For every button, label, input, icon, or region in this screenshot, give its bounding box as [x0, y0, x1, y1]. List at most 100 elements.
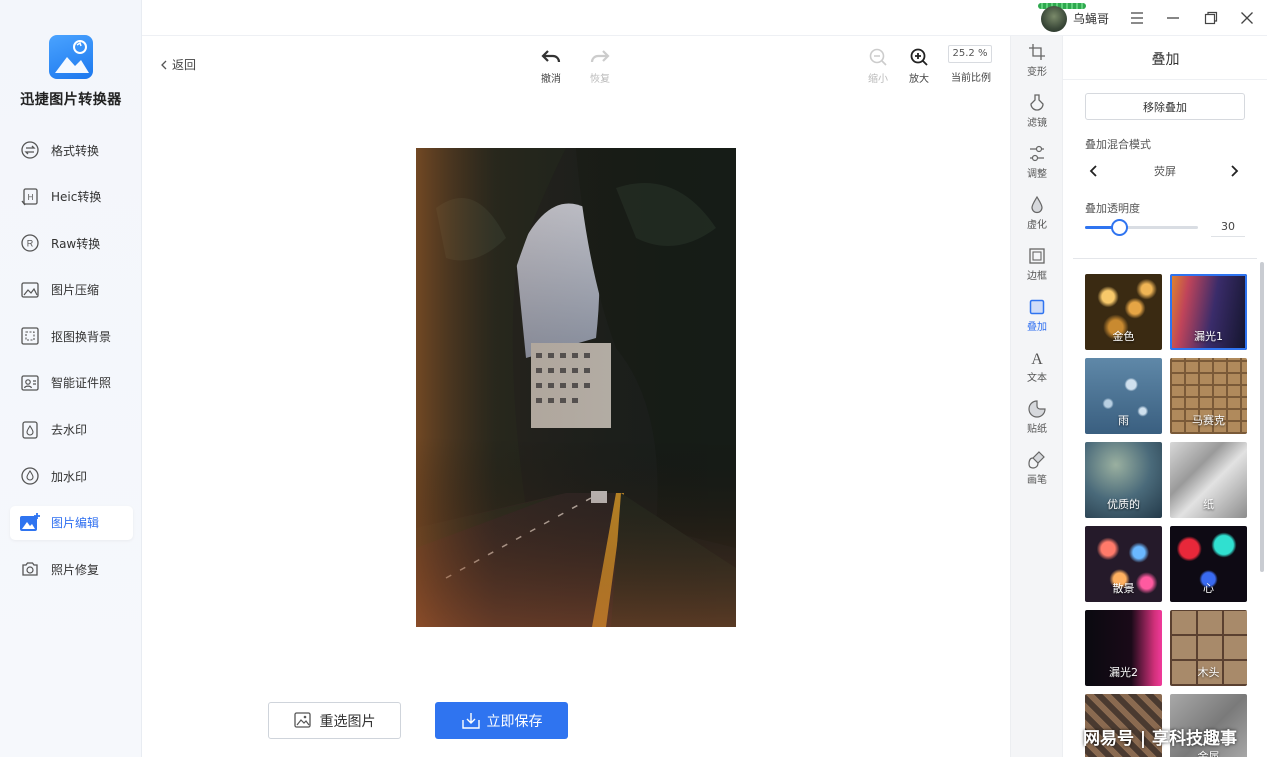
avatar[interactable]: [1041, 6, 1067, 32]
reselect-image-button[interactable]: 重选图片: [268, 702, 401, 739]
tool-crop[interactable]: 变形: [1011, 42, 1063, 78]
blend-mode-label: 叠加混合模式: [1085, 138, 1151, 151]
filter-icon: [1030, 94, 1044, 111]
save-button[interactable]: 立即保存: [435, 702, 568, 739]
cutout-icon: [19, 325, 41, 347]
blur-icon: [1031, 196, 1043, 214]
panel-scrollbar-thumb[interactable]: [1260, 262, 1264, 572]
current-ratio-button[interactable]: 当前比例: [942, 69, 1000, 84]
tool-label: 文本: [1027, 373, 1047, 384]
overlay-thumb-wood[interactable]: 木头: [1170, 610, 1247, 686]
overlay-thumb-label: 雨: [1118, 414, 1129, 427]
opacity-slider[interactable]: [1085, 219, 1198, 236]
edited-photo[interactable]: [416, 148, 736, 627]
zoom-out-label: 缩小: [868, 74, 888, 85]
sidebar-item-label: 去水印: [51, 423, 88, 438]
back-label: 返回: [172, 58, 197, 72]
overlay-thumb-label: 金属: [1197, 750, 1220, 757]
tool-label: 变形: [1027, 67, 1047, 78]
overlay-thumb-label: 纸: [1203, 498, 1214, 511]
blend-mode-next-button[interactable]: [1229, 162, 1239, 181]
username[interactable]: 乌蝇哥: [1073, 10, 1109, 27]
compress-icon: [19, 279, 41, 301]
adjust-icon: [1030, 145, 1044, 162]
overlay-thumb-label: 马赛克: [1192, 414, 1225, 427]
panel-scrollbar[interactable]: [1259, 258, 1265, 757]
undo-icon: [541, 50, 561, 63]
overlay-thumb-gold[interactable]: 金色: [1085, 274, 1162, 350]
tool-label: 虚化: [1027, 220, 1047, 231]
close-icon[interactable]: [1237, 8, 1257, 28]
photo-repair-icon: [19, 558, 41, 580]
overlay-thumb-label: 优质的: [1107, 498, 1140, 511]
tool-adjust[interactable]: 调整: [1011, 144, 1063, 180]
chevron-left-icon: [161, 60, 167, 69]
sidebar-item-raw[interactable]: R Raw转换: [10, 226, 133, 260]
sidebar-item-add-watermark[interactable]: 加水印: [10, 459, 133, 493]
editor-canvas-area: 返回 撤消 恢复 缩小 放大 25.2 % 当前比例 重选图片 立即保存: [142, 36, 1010, 757]
text-icon: A: [1031, 351, 1043, 367]
sidebar-item-compress[interactable]: 图片压缩: [10, 273, 133, 307]
opacity-value[interactable]: 30: [1211, 217, 1245, 237]
overlay-thumb-paper[interactable]: 纸: [1170, 442, 1247, 518]
overlay-thumb-label: 木头: [1197, 666, 1220, 679]
blend-mode-prev-button[interactable]: [1089, 162, 1099, 181]
svg-text:A: A: [1031, 351, 1043, 367]
sidebar-item-format-convert[interactable]: 格式转换: [10, 133, 133, 167]
zoom-in-button[interactable]: 放大: [899, 46, 939, 85]
back-button[interactable]: 返回: [158, 56, 196, 73]
tool-label: 边框: [1027, 271, 1047, 282]
tool-label: 贴纸: [1027, 424, 1047, 435]
overlay-thumb-light-leak-1[interactable]: 漏光1: [1170, 274, 1247, 350]
remove-overlay-button[interactable]: 移除叠加: [1085, 93, 1245, 120]
minimize-icon[interactable]: [1163, 8, 1183, 28]
sidebar-item-remove-watermark[interactable]: 去水印: [10, 413, 133, 447]
tool-label: 画笔: [1027, 475, 1047, 486]
chevron-right-icon: [1231, 165, 1239, 177]
tool-sticker[interactable]: 贴纸: [1011, 399, 1063, 435]
tool-brush[interactable]: 画笔: [1011, 450, 1063, 486]
overlay-thumb-mosaic[interactable]: 马赛克: [1170, 358, 1247, 434]
download-icon: [461, 712, 480, 729]
sidebar-item-cutout[interactable]: 抠图换背景: [10, 319, 133, 353]
frame-icon: [1029, 248, 1045, 264]
opacity-slider-handle[interactable]: [1111, 219, 1128, 236]
tool-frame[interactable]: 边框: [1011, 246, 1063, 282]
sidebar-item-label: 抠图换背景: [51, 329, 112, 344]
raw-icon: R: [19, 232, 41, 254]
redo-button[interactable]: 恢复: [580, 46, 620, 85]
app-logo: [49, 35, 93, 79]
overlay-thumb-rain[interactable]: 雨: [1085, 358, 1162, 434]
heic-icon: H: [19, 186, 41, 208]
sidebar-item-image-edit[interactable]: 图片编辑: [10, 505, 133, 540]
tool-filter[interactable]: 滤镜: [1011, 93, 1063, 129]
id-photo-icon: [19, 372, 41, 394]
menu-icon[interactable]: [1127, 8, 1147, 28]
restore-icon[interactable]: [1201, 8, 1221, 28]
overlay-thumb-label: 漏光1: [1194, 330, 1223, 343]
tool-label: 滤镜: [1027, 118, 1047, 129]
svg-text:H: H: [28, 193, 34, 202]
zoom-out-button[interactable]: 缩小: [858, 46, 898, 85]
sidebar-item-label: 图片编辑: [51, 516, 100, 531]
sidebar-item-photo-repair[interactable]: 照片修复: [10, 552, 133, 586]
overlay-thumb-heart[interactable]: 心: [1170, 526, 1247, 602]
title-bar: 乌蝇哥: [142, 0, 1267, 36]
undo-label: 撤消: [541, 74, 561, 85]
overlay-thumb-label: 金色: [1112, 330, 1135, 343]
tool-text[interactable]: A 文本: [1011, 348, 1063, 384]
panel-title: 叠加: [1151, 52, 1180, 68]
zoom-value[interactable]: 25.2 %: [948, 45, 992, 63]
overlay-thumb-premium[interactable]: 优质的: [1085, 442, 1162, 518]
image-icon: [293, 711, 311, 728]
undo-button[interactable]: 撤消: [531, 46, 571, 85]
tool-blur[interactable]: 虚化: [1011, 195, 1063, 231]
overlay-thumb-light-leak-2[interactable]: 漏光2: [1085, 610, 1162, 686]
redo-icon: [590, 50, 610, 63]
tool-overlay[interactable]: 叠加: [1011, 297, 1063, 333]
format-convert-icon: [19, 139, 41, 161]
sidebar-item-id-photo[interactable]: 智能证件照: [10, 366, 133, 400]
overlay-thumb-bokeh[interactable]: 散景: [1085, 526, 1162, 602]
zoom-in-label: 放大: [909, 74, 929, 85]
sidebar-item-heic[interactable]: H Heic转换: [10, 180, 133, 214]
